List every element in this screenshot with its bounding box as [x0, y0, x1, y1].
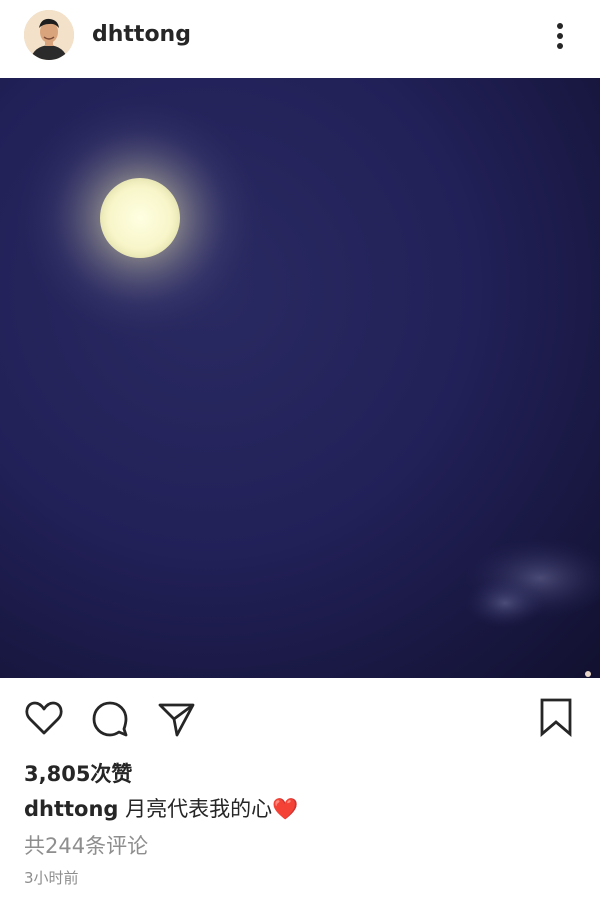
- paper-plane-icon[interactable]: [154, 696, 198, 740]
- caption-text: 月亮代表我的心❤️: [125, 797, 299, 821]
- heart-icon[interactable]: [22, 696, 66, 740]
- bookmark-icon[interactable]: [534, 696, 578, 740]
- post-header: dhttong: [0, 0, 600, 78]
- caption-username[interactable]: dhttong: [24, 797, 118, 821]
- likes-count[interactable]: 3,805次赞: [24, 760, 132, 788]
- username-link[interactable]: dhttong: [92, 22, 191, 48]
- avatar[interactable]: [24, 10, 74, 60]
- action-bar: [0, 678, 600, 756]
- comment-bubble-icon[interactable]: [88, 696, 132, 740]
- post-timestamp: 3小时前: [24, 869, 79, 887]
- post-photo[interactable]: [0, 78, 600, 678]
- post-caption: dhttong 月亮代表我的心❤️: [24, 795, 298, 823]
- view-comments-link[interactable]: 共244条评论: [24, 832, 148, 860]
- more-options-icon[interactable]: [540, 14, 580, 58]
